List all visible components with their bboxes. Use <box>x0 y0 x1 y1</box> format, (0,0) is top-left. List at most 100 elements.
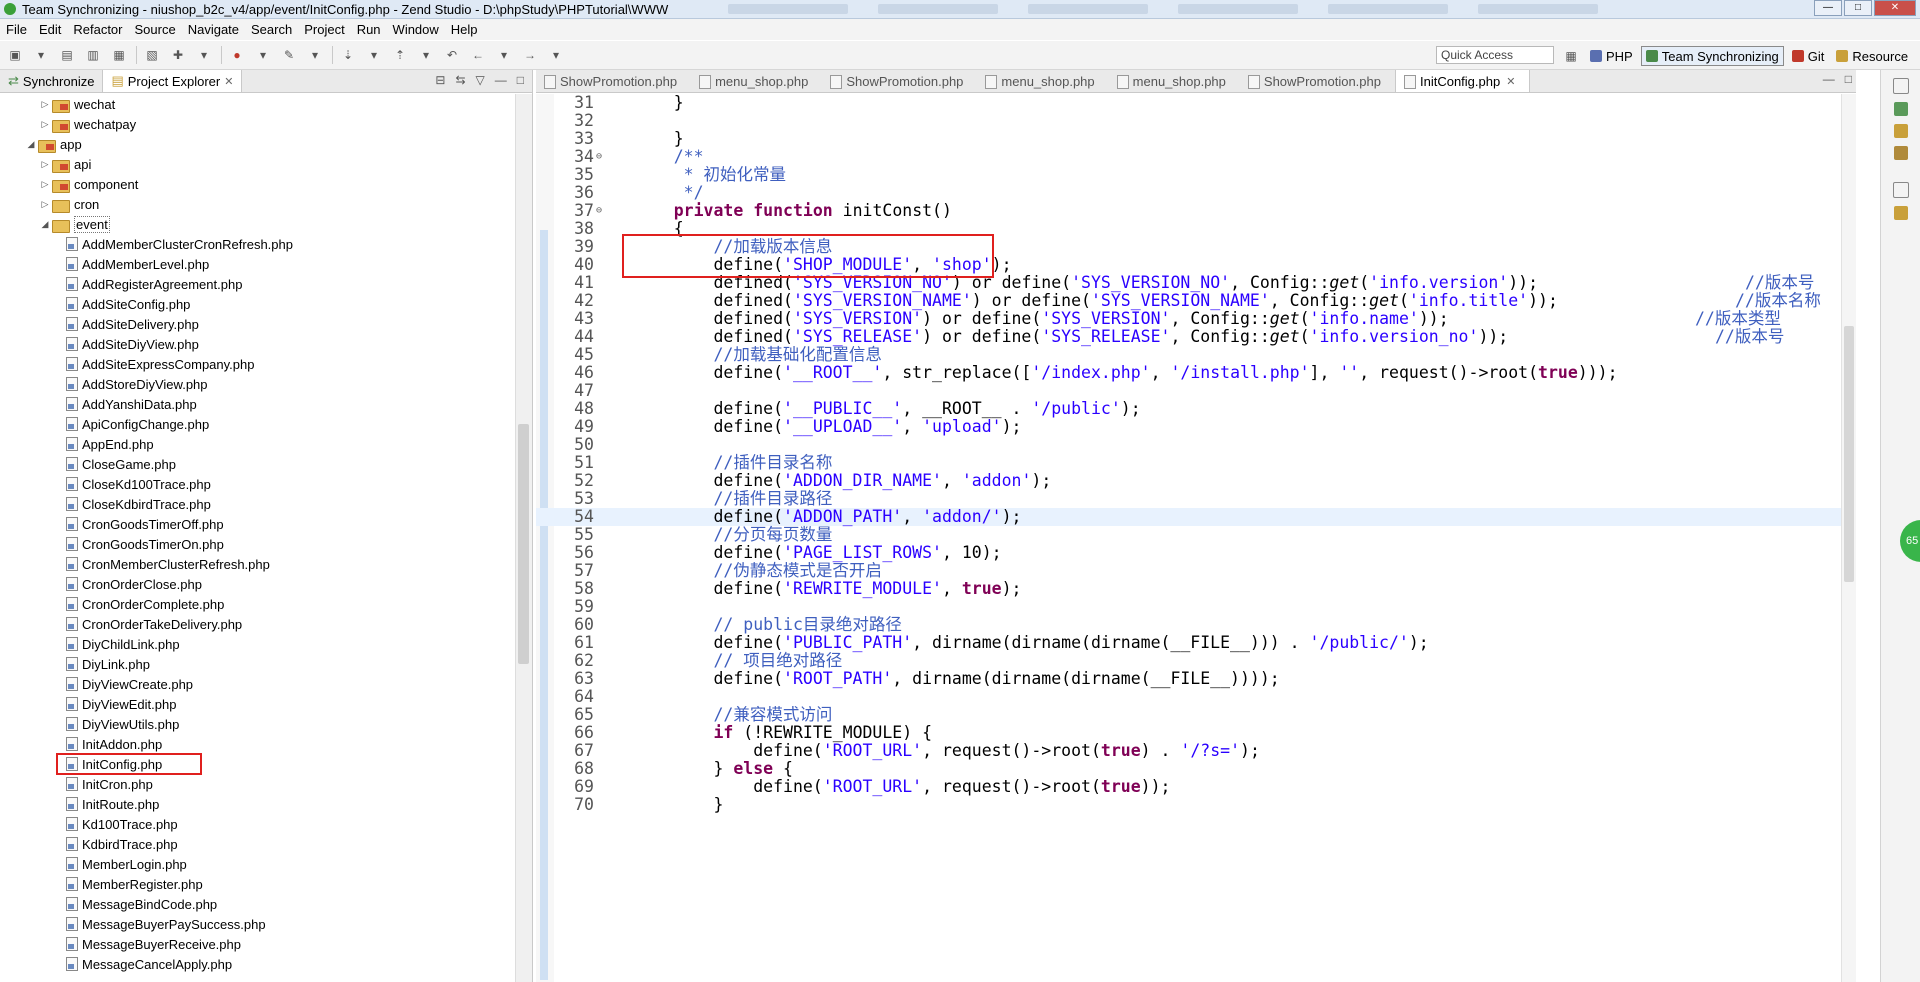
code-line[interactable]: 37 ⊖ private function initConst() <box>536 202 1848 220</box>
menu-source[interactable]: Source <box>129 22 182 37</box>
code-line[interactable]: 56 define('PAGE_LIST_ROWS', 10); <box>536 544 1848 562</box>
collapse-all-icon[interactable]: ⊟ <box>435 73 445 87</box>
tree-file-item[interactable]: InitConfig.php <box>0 753 512 775</box>
code-line[interactable]: 67 define('ROOT_URL', request()->root(tr… <box>536 742 1848 760</box>
dropdown-arrow-icon[interactable]: ▾ <box>252 46 274 64</box>
tasks-icon[interactable] <box>1894 124 1908 138</box>
dropdown-arrow-icon[interactable]: ▾ <box>545 46 567 64</box>
code-line[interactable]: 51 //插件目录名称 <box>536 454 1848 472</box>
next-annotation-icon[interactable]: ⇣ <box>337 46 359 64</box>
code-line[interactable]: 68 } else { <box>536 760 1848 778</box>
fold-toggle-icon[interactable]: ⊖ <box>596 148 602 166</box>
code-line[interactable]: 55 //分页每页数量 <box>536 526 1848 544</box>
open-perspective-icon[interactable]: ▦ <box>1560 47 1582 65</box>
tree-folder-item[interactable]: ◢ app <box>0 134 512 154</box>
tree-file-item[interactable]: CloseKd100Trace.php <box>0 474 512 494</box>
editor-tab[interactable]: ShowPromotion.php <box>822 70 977 92</box>
code-line[interactable]: 59 <box>536 598 1848 616</box>
collapse-arrow-icon[interactable]: ◢ <box>24 139 38 150</box>
tree-file-item[interactable]: MemberRegister.php <box>0 874 512 894</box>
menu-file[interactable]: File <box>0 22 33 37</box>
tree-file-item[interactable]: KdbirdTrace.php <box>0 834 512 854</box>
code-area[interactable]: 31 } 32 33 } 34 ⊖ /** 35 * 初始化常量 36 */37 ⊖ priv… <box>536 94 1848 982</box>
scrollbar-thumb[interactable] <box>1844 326 1854 582</box>
tree-folder-item[interactable]: ▷ cron <box>0 194 512 214</box>
perspective-git[interactable]: Git <box>1788 47 1829 65</box>
restore-icon[interactable] <box>1893 182 1909 198</box>
perspective-resource[interactable]: Resource <box>1832 47 1912 65</box>
tree-scrollbar[interactable] <box>515 94 532 982</box>
bookmark-icon[interactable] <box>1894 206 1908 220</box>
tree-file-item[interactable]: AddSiteConfig.php <box>0 294 512 314</box>
tree-file-item[interactable]: DiyChildLink.php <box>0 634 512 654</box>
menu-window[interactable]: Window <box>387 22 445 37</box>
code-line[interactable]: 43 defined('SYS_VERSION') or define('SYS… <box>536 310 1848 328</box>
editor-tab[interactable]: menu_shop.php <box>1109 70 1240 92</box>
previous-annotation-icon[interactable]: ⇡ <box>389 46 411 64</box>
editor-tab[interactable]: ShowPromotion.php <box>536 70 691 92</box>
minimize-view-icon[interactable]: — <box>495 73 507 87</box>
tree-file-item[interactable]: InitAddon.php <box>0 734 512 754</box>
editor-tab[interactable]: InitConfig.php ✕ <box>1394 70 1531 92</box>
editor-tab[interactable]: menu_shop.php <box>977 70 1108 92</box>
editor-tab[interactable]: ShowPromotion.php <box>1240 70 1395 92</box>
code-line[interactable]: 48 define('__PUBLIC__', __ROOT__ . '/pub… <box>536 400 1848 418</box>
menu-help[interactable]: Help <box>445 22 484 37</box>
code-line[interactable]: 49 define('__UPLOAD__', 'upload'); <box>536 418 1848 436</box>
menu-run[interactable]: Run <box>351 22 387 37</box>
code-line[interactable]: 63 define('ROOT_PATH', dirname(dirname(d… <box>536 670 1848 688</box>
expand-arrow-icon[interactable]: ▷ <box>38 159 52 170</box>
back-icon[interactable]: ← <box>467 46 489 64</box>
expand-arrow-icon[interactable]: ▷ <box>38 99 52 110</box>
code-line[interactable]: 58 define('REWRITE_MODULE', true); <box>536 580 1848 598</box>
maximize-button[interactable]: □ <box>1844 0 1872 16</box>
tree-file-item[interactable]: CronOrderTakeDelivery.php <box>0 614 512 634</box>
tree-file-item[interactable]: CronGoodsTimerOn.php <box>0 534 512 554</box>
tree-file-item[interactable]: AddMemberClusterCronRefresh.php <box>0 234 512 254</box>
code-line[interactable]: 61 define('PUBLIC_PATH', dirname(dirname… <box>536 634 1848 652</box>
tree-file-item[interactable]: AddSiteDelivery.php <box>0 314 512 334</box>
debug-icon[interactable]: ✎ <box>278 46 300 64</box>
tab-project-explorer[interactable]: ▤ Project Explorer ✕ <box>102 70 243 92</box>
code-line[interactable]: 62 // 项目绝对路径 <box>536 652 1848 670</box>
restore-icon[interactable] <box>1893 78 1909 94</box>
maximize-editor-icon[interactable]: □ <box>1845 72 1852 86</box>
save-all-icon[interactable]: ▥ <box>82 46 104 64</box>
menu-navigate[interactable]: Navigate <box>182 22 245 37</box>
dropdown-arrow-icon[interactable]: ▾ <box>304 46 326 64</box>
expand-arrow-icon[interactable]: ▷ <box>38 199 52 210</box>
minimize-editor-icon[interactable]: — <box>1823 72 1835 86</box>
code-line[interactable]: 35 * 初始化常量 <box>536 166 1848 184</box>
expand-arrow-icon[interactable]: ▷ <box>38 179 52 190</box>
code-line[interactable]: 33 } <box>536 130 1848 148</box>
code-line[interactable]: 66 if (!REWRITE_MODULE) { <box>536 724 1848 742</box>
tree-file-item[interactable]: ApiConfigChange.php <box>0 414 512 434</box>
close-window-button[interactable]: ✕ <box>1874 0 1916 16</box>
dropdown-arrow-icon[interactable]: ▾ <box>493 46 515 64</box>
editor-scrollbar[interactable] <box>1841 94 1856 982</box>
tree-file-item[interactable]: CloseKdbirdTrace.php <box>0 494 512 514</box>
tree-file-item[interactable]: CronOrderClose.php <box>0 574 512 594</box>
code-line[interactable]: 60 // public目录绝对路径 <box>536 616 1848 634</box>
tree-file-item[interactable]: CronOrderComplete.php <box>0 594 512 614</box>
quick-access-field[interactable]: Quick Access <box>1436 46 1554 64</box>
minimize-button[interactable]: — <box>1814 0 1842 16</box>
code-line[interactable]: 53 //插件目录路径 <box>536 490 1848 508</box>
editor-tab[interactable]: menu_shop.php <box>691 70 822 92</box>
tree-folder-item[interactable]: ▷ api <box>0 154 512 174</box>
perspective-php[interactable]: PHP <box>1586 47 1637 65</box>
tree-file-item[interactable]: MessageBuyerPaySuccess.php <box>0 914 512 934</box>
last-edit-icon[interactable]: ↶ <box>441 46 463 64</box>
code-line[interactable]: 65 //兼容模式访问 <box>536 706 1848 724</box>
tree-file-item[interactable]: DiyViewUtils.php <box>0 714 512 734</box>
tree-file-item[interactable]: AppEnd.php <box>0 434 512 454</box>
code-line[interactable]: 47 <box>536 382 1848 400</box>
tree-file-item[interactable]: CloseGame.php <box>0 454 512 474</box>
dropdown-arrow-icon[interactable]: ▾ <box>363 46 385 64</box>
dropdown-arrow-icon[interactable]: ▾ <box>415 46 437 64</box>
close-tab-button[interactable]: ✕ <box>1506 75 1515 88</box>
tree-file-item[interactable]: DiyLink.php <box>0 654 512 674</box>
dropdown-arrow-icon[interactable]: ▾ <box>30 46 52 64</box>
build-icon[interactable]: ▧ <box>141 46 163 64</box>
fold-toggle-icon[interactable]: ⊖ <box>596 202 602 220</box>
